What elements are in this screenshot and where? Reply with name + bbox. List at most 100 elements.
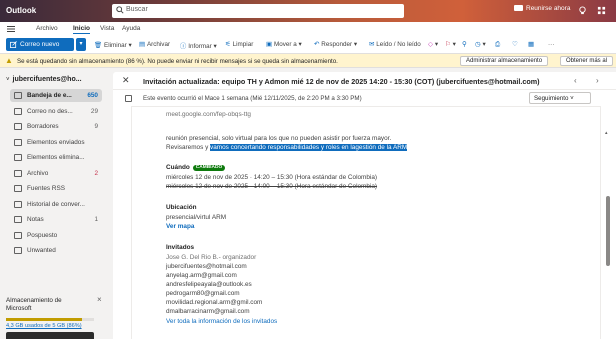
folder-icon	[14, 200, 22, 208]
more-button[interactable]: ···	[548, 41, 554, 48]
report-button[interactable]: ⓘ Informar ▾	[180, 41, 217, 50]
folder-label: Pospuesto	[27, 231, 58, 239]
folder-count: 29	[90, 107, 98, 115]
folder-item[interactable]: Historial de conver...	[10, 198, 102, 211]
reply-button[interactable]: ↶ Responder ▾	[314, 41, 357, 48]
storage-panel: Almacenamiento de Microsoft × 4,3 GB usa…	[0, 292, 108, 339]
tab-ayuda[interactable]: Ayuda	[122, 25, 140, 32]
guest-item: Jose G. Del Rio B.- organizador	[166, 254, 257, 261]
sent-icon	[14, 138, 22, 146]
view-map-link[interactable]: Ver mapa	[166, 223, 194, 230]
folder-count: 9	[94, 123, 98, 130]
table-icon: ▦	[528, 41, 534, 48]
warning-icon: ▲	[5, 56, 13, 65]
guest-item: jubercifuentes@hotmail.com	[166, 263, 247, 270]
chevron-right-icon[interactable]: ›	[596, 76, 599, 85]
video-camera-icon	[514, 5, 523, 12]
view-grid-button[interactable]: ▦	[528, 41, 536, 48]
tag-button[interactable]: ◇ ▾	[428, 41, 438, 48]
message-body: meet.google.com/fep-obqs-ttg reunión pre…	[131, 106, 601, 339]
trash-icon: 🗑	[94, 42, 102, 49]
folder-item[interactable]: Unwanted	[10, 244, 102, 257]
flag-button[interactable]: ⚐ ▾	[445, 41, 456, 48]
event-info-row: Este evento ocurrió el Mace 1 semana (Mi…	[113, 90, 616, 106]
search-input[interactable]: Buscar	[112, 4, 404, 18]
folder-pane: ˅ jubercifuentes@ho... Bandeja de e... 650…	[0, 68, 108, 339]
folder-item[interactable]: Elementos enviados	[10, 136, 102, 149]
grid-icon[interactable]	[597, 6, 606, 15]
folder-item[interactable]: Fuentes RSS	[10, 182, 102, 195]
folder-item[interactable]: Correo no des... 29	[10, 105, 102, 118]
folder-label: Bandeja de e...	[27, 92, 72, 99]
tab-inicio[interactable]: Inicio	[73, 25, 90, 34]
folder-icon	[14, 185, 22, 192]
folder-label: Unwanted	[27, 247, 56, 254]
search-icon	[116, 6, 124, 14]
junk-icon	[14, 107, 22, 115]
clock-icon: ◷	[475, 41, 481, 48]
folder-item[interactable]: Elementos elimina...	[10, 151, 102, 164]
print-button[interactable]: ⎙	[495, 41, 502, 49]
follow-up-dropdown[interactable]: Seguimiento ˅	[529, 92, 591, 104]
delete-button[interactable]: 🗑 Eliminar ▾	[94, 41, 132, 49]
title-bar: Outlook Buscar Reunirse ahora	[0, 0, 616, 22]
pin-icon: ⚲	[462, 41, 467, 48]
storage-usage-link[interactable]: 4,3 GB usados de 5 GB (86%)	[6, 323, 82, 329]
guests-heading: Invitados	[166, 244, 195, 251]
tab-vista[interactable]: Vista	[100, 25, 114, 32]
shield-icon: ⓘ	[180, 43, 187, 50]
see-all-guests-link[interactable]: Ver toda la información de los invitados	[166, 318, 277, 325]
when-new: miércoles 12 de nov de 2025 · 14:20 – 15…	[166, 174, 378, 181]
calendar-icon	[125, 95, 132, 102]
folder-item[interactable]: Archivo 2	[10, 167, 102, 180]
guest-item: movilidad.regional.arm@gmil.com	[166, 299, 263, 306]
scroll-up-icon[interactable]: ▴	[605, 130, 608, 136]
event-note: Este evento ocurrió el Mace 1 semana (Mi…	[143, 95, 362, 102]
folder-item[interactable]: Pospuesto	[10, 229, 102, 242]
subject-row: ✕ Invitación actualizada: equipo TH y Ad…	[113, 72, 616, 90]
storage-action-button[interactable]	[6, 332, 94, 339]
storage-warning-bar: ▲ Se está quedando sin almacenamiento (8…	[0, 54, 616, 68]
folder-label: Fuentes RSS	[27, 185, 66, 192]
lightbulb-icon[interactable]	[578, 6, 587, 15]
guest-item: dmalbarracinarm@gmail.com	[166, 308, 250, 315]
archive-button[interactable]: ▤ Archivar	[139, 41, 170, 48]
body-line: Revisaremos y vamos concertando responsa…	[166, 144, 408, 151]
tab-archivo[interactable]: Archivo	[36, 25, 58, 32]
guest-item: andresfelipeayala@outlook.es	[166, 281, 252, 288]
move-to-button[interactable]: ▣ Mover a ▾	[266, 41, 302, 48]
account-header[interactable]: ˅ jubercifuentes@ho...	[6, 76, 82, 83]
broom-icon: ⚟	[225, 41, 231, 48]
close-icon[interactable]: ×	[97, 295, 102, 304]
meet-link[interactable]: meet.google.com/fep-obqs-ttg	[166, 111, 251, 118]
hamburger-icon[interactable]	[7, 26, 15, 32]
folder-label: Elementos enviados	[27, 138, 85, 146]
reply-icon: ↶	[314, 41, 320, 48]
meet-now-button[interactable]: Reunirse ahora	[514, 5, 570, 12]
new-mail-button[interactable]: Correo nuevo	[6, 38, 74, 51]
location-text: presencial/virtul ARM	[166, 214, 227, 221]
close-icon[interactable]: ✕	[122, 75, 130, 86]
like-button[interactable]: ♡	[512, 41, 520, 48]
pin-button[interactable]: ⚲	[462, 41, 469, 48]
search-placeholder: Buscar	[126, 6, 148, 13]
new-mail-dropdown[interactable]: ▾	[76, 38, 86, 51]
sweep-button[interactable]: ⚟ Limpiar	[225, 41, 253, 48]
chevron-left-icon[interactable]: ‹	[574, 76, 577, 85]
folder-item[interactable]: Borradores 9	[10, 120, 102, 133]
when-old: miércoles 12 de nov de 2025 · 14:00 – 15…	[166, 183, 378, 190]
app-name: Outlook	[6, 6, 37, 15]
snooze-button[interactable]: ◷ ▾	[475, 41, 486, 48]
folder-label: Correo no des...	[27, 107, 73, 115]
printer-icon: ⎙	[495, 41, 501, 48]
get-more-storage-button[interactable]: Obtener más al	[560, 56, 614, 66]
body-line: reunión presencial, solo virtual para lo…	[166, 135, 392, 142]
folder-item[interactable]: Notas 1	[10, 213, 102, 226]
selected-text: vamos concertando responsabilidades y ro…	[210, 144, 408, 151]
manage-storage-button[interactable]: Administrar almacenamiento	[460, 56, 549, 66]
scrollbar-thumb[interactable]	[606, 196, 610, 266]
drafts-icon	[14, 123, 22, 130]
folder-item[interactable]: Bandeja de e... 650	[10, 89, 102, 102]
folder-label: Notas	[27, 216, 44, 223]
read-unread-button[interactable]: ✉ Leído / No leído	[369, 41, 421, 48]
